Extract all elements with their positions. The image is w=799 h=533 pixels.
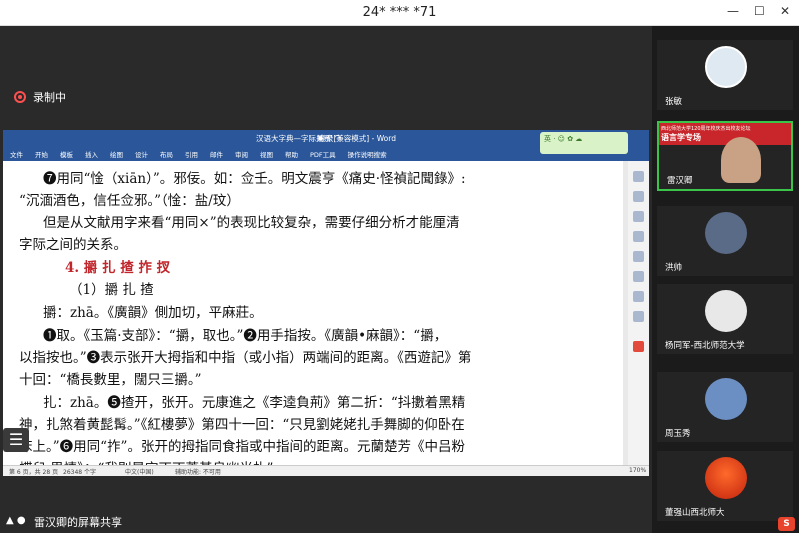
- avatar: [705, 46, 747, 88]
- doc-line: ❼用同“惍（xiān）”。邪佞。如：佥壬。明文震亨《痛史·怪禎記聞錄》:: [43, 171, 466, 187]
- window-title: 24* *** *71: [362, 5, 437, 20]
- participant-name: 雷汉卿: [667, 176, 693, 186]
- record-icon: [14, 91, 26, 103]
- banner-sub: 语言学专场: [661, 133, 701, 142]
- doc-line: 以指按也。”❸表示张开大拇指和中指（或小指）两端间的距离。《西遊記》第: [19, 350, 472, 366]
- document-page[interactable]: ❼用同“惍（xiān）”。邪佞。如：佥壬。明文震亨《痛史·怪禎記聞錄》: “沉湎…: [3, 161, 623, 465]
- participant-name: 洪帅: [665, 263, 683, 273]
- recording-indicator: 录制中: [14, 89, 66, 105]
- status-words: 26348 个字: [63, 469, 96, 476]
- recording-label: 录制中: [33, 91, 66, 104]
- participant-name: 周玉秀: [665, 429, 691, 439]
- tool-icon[interactable]: [633, 271, 644, 282]
- menu-template[interactable]: 模板: [60, 149, 73, 159]
- word-side-toolbar: [628, 161, 649, 465]
- section-heading: 4. 㩱 扎 揸 拃 扠: [65, 260, 171, 276]
- menu-references[interactable]: 引用: [185, 149, 198, 159]
- share-status-bar: ▲ ● 雷汉卿的屏幕共享: [0, 510, 652, 533]
- avatar: [705, 457, 747, 499]
- subsection-heading: （1）㩱 扎 揸: [69, 282, 154, 298]
- avatar: [705, 212, 747, 254]
- maximize-icon[interactable]: ☐: [754, 4, 765, 18]
- sticker-badge: 英 · ☺ ✿ ☁: [540, 132, 628, 154]
- app-titlebar: 24* *** *71 — ☐ ✕: [0, 0, 799, 26]
- status-accessibility: 辅助功能: 不可用: [175, 469, 221, 476]
- avatar: [705, 290, 747, 332]
- doc-line: “沉湎酒色，信任佥邪。”（惍：盐/玟）: [19, 193, 240, 209]
- word-statusbar: 第 6 页，共 28 页 26348 个字 中文(中国) 辅助功能: 不可用 1…: [3, 465, 649, 476]
- tool-icon[interactable]: [633, 311, 644, 322]
- doc-line: 十回：“橋長數里，闊只三㩱。”: [19, 372, 202, 388]
- participant-panel: 张敏 西北师范大学120周年校庆杰出校友论坛 语言学专场 雷汉卿 洪帅 杨同军-…: [652, 26, 799, 533]
- menu-file[interactable]: 文件: [10, 149, 23, 159]
- tool-icon[interactable]: [633, 171, 644, 182]
- menu-draw[interactable]: 绘图: [110, 149, 123, 159]
- menu-design[interactable]: 设计: [135, 149, 148, 159]
- participant-tile[interactable]: 张敏: [657, 40, 793, 110]
- menu-layout[interactable]: 布局: [160, 149, 173, 159]
- doc-line: 蝶兒·思情》：“我則是空丁丁蓋基良幽光扎”: [19, 457, 273, 465]
- doc-line: ❶取。《玉篇·支部》：“㩱，取也。”❷用手指按。《廣韻•麻韻》：“㩱，: [43, 328, 448, 344]
- tool-icon[interactable]: [633, 291, 644, 302]
- status-page: 第 6 页，共 28 页: [9, 469, 59, 476]
- tool-icon[interactable]: [633, 251, 644, 262]
- participant-name: 张敏: [665, 97, 683, 107]
- doc-line: 神，扎煞着黄髭髯。”《紅樓夢》第四十一回：“只見劉姥姥扎手舞脚的仰卧在: [19, 417, 465, 433]
- menu-view[interactable]: 视图: [260, 149, 273, 159]
- participant-tile-active[interactable]: 西北师范大学120周年校庆杰出校友论坛 语言学专场 雷汉卿: [657, 121, 793, 191]
- menu-review[interactable]: 审阅: [235, 149, 248, 159]
- tool-icon[interactable]: [633, 191, 644, 202]
- zoom-level[interactable]: 170%: [629, 467, 646, 474]
- participant-tile[interactable]: 杨同军-西北师范大学: [657, 284, 793, 354]
- share-label: 雷汉卿的屏幕共享: [34, 516, 122, 529]
- tool-icon[interactable]: [633, 231, 644, 242]
- banner-title: 西北师范大学120周年校庆杰出校友论坛: [661, 126, 751, 132]
- word-window: ▣ ↶ ↷ 汉语大字典—字际关系 [兼容模式] - Word 登录 文件 开始 …: [3, 130, 649, 476]
- participant-tile[interactable]: 洪帅: [657, 206, 793, 276]
- close-icon[interactable]: ✕: [780, 4, 790, 18]
- tool-icon[interactable]: [633, 211, 644, 222]
- participant-tile[interactable]: 周玉秀: [657, 372, 793, 442]
- participant-name: 杨同军-西北师范大学: [665, 341, 745, 351]
- minimize-icon[interactable]: —: [727, 4, 739, 18]
- menu-home[interactable]: 开始: [35, 149, 48, 159]
- status-lang: 中文(中国): [125, 469, 154, 476]
- speaker-video: [721, 137, 761, 183]
- doc-line: 㩱：zhā。《廣韻》側加切，平麻莊。: [43, 305, 263, 321]
- menu-insert[interactable]: 插入: [85, 149, 98, 159]
- menu-mailings[interactable]: 邮件: [210, 149, 223, 159]
- doc-line: 但是从文献用字来看“用同×”的表现比较复杂，需要仔细分析才能厘清: [43, 215, 460, 231]
- doc-line: 扎：zhā。❺揸开，张开。元康進之《李逵負荊》第二折：“抖擻着黑精: [43, 395, 466, 411]
- app-logo: S: [778, 517, 795, 531]
- avatar: [705, 378, 747, 420]
- menu-search[interactable]: 操作说明搜索: [348, 149, 387, 159]
- list-menu-icon[interactable]: ☰: [3, 428, 29, 452]
- participant-name: 董强山西北师大: [665, 508, 725, 518]
- gift-icon[interactable]: [633, 341, 644, 352]
- doc-line: 字际之间的关系。: [19, 237, 127, 253]
- menu-pdf[interactable]: PDF工具: [310, 149, 336, 159]
- menu-help[interactable]: 帮助: [285, 149, 298, 159]
- screen-share-area: 录制中 ▣ ↶ ↷ 汉语大字典—字际关系 [兼容模式] - Word 登录 文件…: [0, 26, 652, 533]
- banner: 西北师范大学120周年校庆杰出校友论坛 语言学专场: [659, 123, 791, 145]
- doc-line: 床上。”❻用同“拃”。张开的拇指同食指或中指间的距离。元蘭楚芳《中吕粉: [19, 439, 465, 455]
- mic-icon: ▲ ●: [6, 515, 26, 526]
- participant-tile[interactable]: 董强山西北师大: [657, 451, 793, 521]
